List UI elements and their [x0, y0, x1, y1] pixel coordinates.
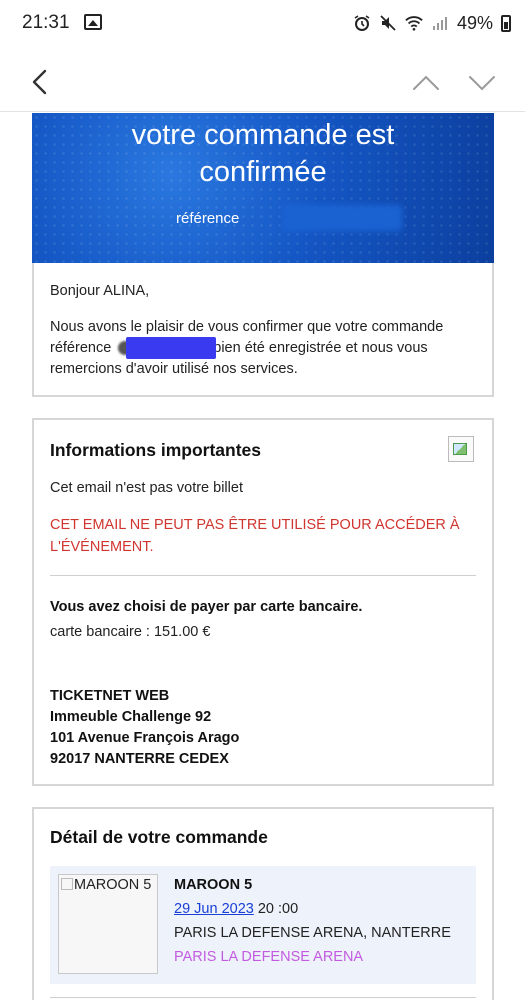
event-artist: MAROON 5 — [174, 877, 253, 893]
not-ticket-notice: Cet email n'est pas votre billet — [50, 480, 243, 496]
address-line: 92017 NANTERRE CEDEX — [50, 751, 229, 767]
event-image: MAROON 5 — [58, 874, 158, 974]
email-toolbar — [0, 48, 525, 112]
broken-image-icon — [448, 436, 474, 462]
banner-title: votre commande est confirmée — [32, 117, 494, 191]
wifi-icon — [405, 16, 423, 31]
access-warning: CET EMAIL NE PEUT PAS ÊTRE UTILISÉ POUR … — [50, 514, 470, 558]
intro-line3: remercions d'avoir utilisé nos services. — [50, 361, 298, 377]
status-time: 21:31 — [22, 12, 70, 33]
order-detail-section: Détail de votre commande MAROON 5 MAROON… — [32, 807, 494, 1000]
banner-title-line1: votre commande est — [131, 119, 395, 151]
event-date-link[interactable]: 29 Jun 2023 — [174, 901, 254, 917]
confirmation-banner: votre commande est confirmée référence — [32, 113, 494, 263]
intro-line1: Nous avons le plaisir de vous confirmer … — [50, 319, 444, 335]
address-line: 101 Avenue François Arago — [50, 730, 240, 746]
intro-section: Bonjour ALINA, Nous avons le plaisir de … — [32, 263, 494, 397]
important-info-section: Informations importantes Cet email n'est… — [32, 418, 494, 786]
event-time: 20 :00 — [253, 901, 299, 917]
image-icon — [84, 14, 102, 30]
address-line: Immeuble Challenge 92 — [50, 709, 212, 725]
payment-method: Vous avez choisi de payer par carte banc… — [50, 599, 363, 615]
address-line: TICKETNET WEB — [50, 688, 170, 704]
payment-amount: carte bancaire : 151.00 € — [50, 624, 211, 640]
seller-address: TICKETNET WEB Immeuble Challenge 92 101 … — [50, 686, 239, 770]
event-venue-link[interactable]: PARIS LA DEFENSE ARENA — [174, 949, 363, 965]
event-venue: PARIS LA DEFENSE ARENA, NANTERRE — [174, 925, 451, 941]
intro-paragraph: Nous avons le plaisir de vous confirmer … — [50, 317, 480, 380]
order-title: Détail de votre commande — [50, 827, 268, 847]
reference-redaction-mark — [126, 337, 216, 359]
info-divider — [50, 575, 476, 576]
alarm-icon — [354, 15, 370, 31]
event-image-alt: MAROON 5 — [74, 877, 152, 893]
mute-icon — [380, 15, 396, 31]
banner-title-line2: confirmée — [199, 156, 327, 188]
banner-reference-label: référence — [176, 210, 240, 227]
broken-image-icon — [61, 878, 73, 890]
event-datetime: 29 Jun 2023 20 :00 — [174, 901, 298, 917]
intro-line2: référence bien été enregistrée et nous vo… — [50, 338, 480, 359]
intro-line2-start: référence — [50, 340, 112, 356]
warning-line2: L'ÉVÉNEMENT. — [50, 539, 154, 555]
chevron-down-icon[interactable] — [466, 72, 498, 94]
signal-icon — [432, 17, 447, 30]
reference-redaction — [282, 205, 402, 231]
info-title: Informations importantes — [50, 440, 261, 460]
status-bar: 21:31 49% — [0, 0, 525, 48]
back-arrow-icon[interactable] — [26, 68, 54, 96]
order-divider — [50, 997, 476, 998]
intro-line2-end: bien été enregistrée et nous vous — [213, 340, 428, 356]
battery-percent: 49% — [456, 12, 493, 33]
status-icons: 49% — [353, 12, 511, 34]
battery-icon — [501, 14, 511, 32]
chevron-up-icon[interactable] — [410, 72, 442, 94]
order-item-card: MAROON 5 MAROON 5 29 Jun 2023 20 :00 PAR… — [50, 866, 476, 984]
warning-line1: CET EMAIL NE PEUT PAS ÊTRE UTILISÉ POUR … — [50, 517, 460, 533]
greeting: Bonjour ALINA, — [50, 283, 150, 299]
